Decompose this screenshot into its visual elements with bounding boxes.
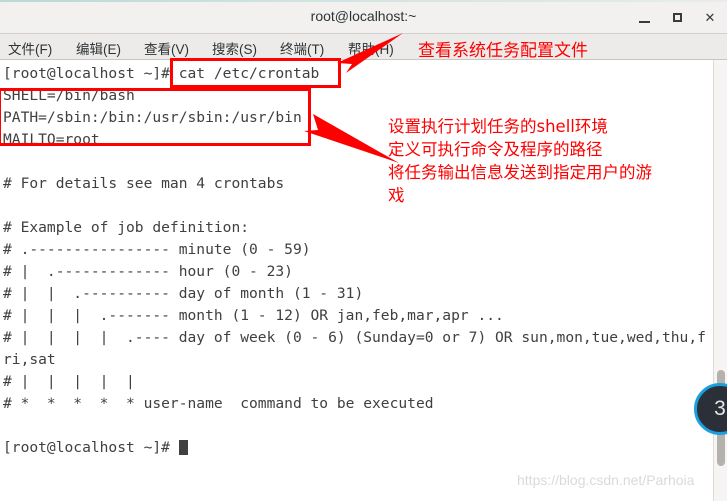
title-bar-accent <box>0 0 727 2</box>
terminal-cursor <box>178 440 188 455</box>
title-bar: root@localhost:~ ✕ <box>0 0 727 34</box>
window-title: root@localhost:~ <box>310 8 417 24</box>
annotation-body: 设置执行计划任务的shell环境 定义可执行命令及程序的路径 将任务输出信息发送… <box>388 115 718 207</box>
menu-item-terminal[interactable]: 终端(T) <box>280 38 324 58</box>
menu-item-file[interactable]: 文件(F) <box>8 38 52 58</box>
annotation-line-2: 定义可执行命令及程序的路径 <box>388 140 603 159</box>
minimize-button[interactable] <box>634 8 654 28</box>
menu-item-view[interactable]: 查看(V) <box>144 38 189 58</box>
menu-bar: 文件(F) 编辑(E) 查看(V) 搜索(S) 终端(T) 帮助(H) <box>0 34 727 60</box>
annotation-line-3: 将任务输出信息发送到指定用户的游 <box>388 163 652 182</box>
watermark: https://blog.csdn.net/Parhoia <box>517 472 695 488</box>
annotation-line-1: 设置执行计划任务的shell环境 <box>388 117 608 136</box>
annotation-line-4: 戏 <box>388 186 405 205</box>
close-button[interactable]: ✕ <box>700 8 720 28</box>
minimize-icon <box>638 21 650 23</box>
maximize-icon <box>672 13 682 22</box>
menu-item-edit[interactable]: 编辑(E) <box>76 38 121 58</box>
menu-item-help[interactable]: 帮助(H) <box>348 38 394 58</box>
terminal-window: root@localhost:~ ✕ 文件(F) 编辑(E) 查看(V) 搜索(… <box>0 0 727 501</box>
menu-item-search[interactable]: 搜索(S) <box>212 38 257 58</box>
annotation-top: 查看系统任务配置文件 <box>418 41 588 61</box>
maximize-button[interactable] <box>667 8 687 28</box>
